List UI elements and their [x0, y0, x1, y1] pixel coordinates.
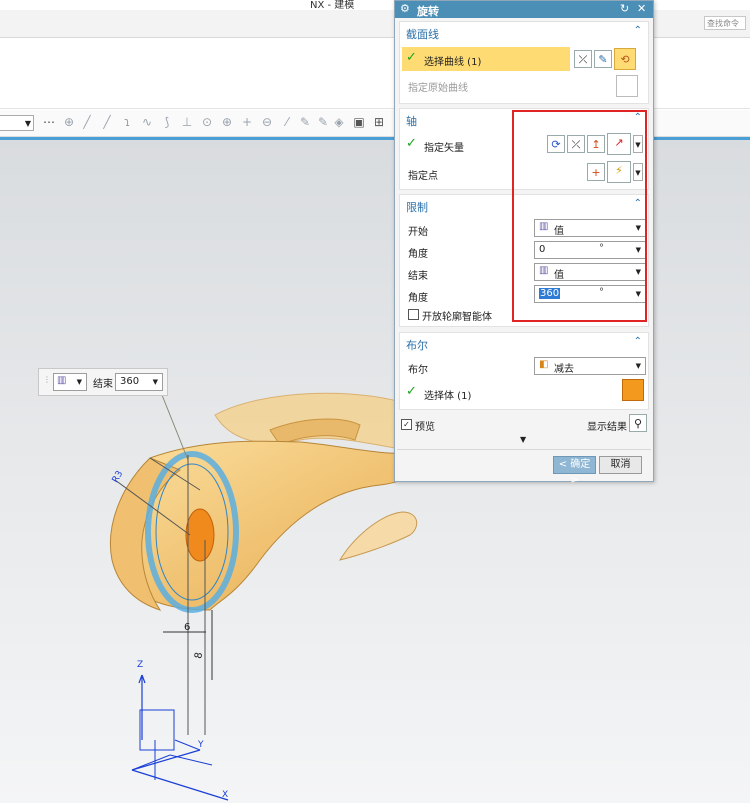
start-label: 开始 — [408, 227, 428, 238]
gear-icon[interactable]: ⚙ — [400, 2, 410, 15]
axis-x-label: X — [222, 790, 229, 800]
close-icon[interactable]: ✕ — [637, 2, 646, 15]
select-curve-row[interactable]: ✓ 选择曲线 (1) — [402, 47, 570, 71]
expand-icon[interactable]: ▼ — [520, 435, 526, 444]
subtract-icon: ◧ — [539, 359, 549, 370]
dimension-label[interactable]: 6 — [184, 622, 190, 633]
divider — [397, 449, 651, 450]
axis-y-label: Y — [198, 740, 204, 750]
section-disk — [185, 508, 215, 562]
preview-label: 预览 — [415, 422, 435, 433]
check-icon: ✓ — [406, 50, 417, 65]
reset-icon[interactable]: ↻ — [620, 2, 629, 15]
curve-icon[interactable]: ⟲ — [614, 48, 636, 70]
section-title: 布尔 — [406, 339, 428, 352]
check-icon: ✓ — [406, 136, 417, 151]
eye-icon[interactable]: ◈ — [332, 115, 346, 129]
magnifier-icon[interactable]: ⚲ — [629, 414, 647, 432]
chevron-down-icon: ▼ — [24, 119, 31, 128]
collapse-icon[interactable]: ⌃ — [634, 336, 642, 347]
value-mode-icon: ▥ — [57, 375, 67, 386]
drag-handle-icon[interactable]: ⋮ — [43, 375, 51, 384]
line-icon[interactable]: ╱ — [80, 115, 94, 129]
origin-curve-icon[interactable] — [616, 75, 638, 97]
chevron-down-icon: ▼ — [76, 378, 82, 386]
on-screen-input: ⋮ ▥ ▼ 结束 360 ▼ — [38, 368, 168, 396]
section-title: 轴 — [406, 115, 417, 128]
slash-icon[interactable]: ⁄ — [280, 115, 294, 129]
plus-icon[interactable]: + — [240, 115, 254, 129]
start-angle-label: 角度 — [408, 249, 428, 260]
axis-z-label: Z — [137, 660, 144, 670]
boolean-select[interactable]: ◧ 减去 ▼ — [534, 357, 646, 375]
select-body-icon[interactable] — [622, 379, 644, 401]
specify-origin-label: 指定原始曲线 — [408, 83, 468, 94]
open-profile-checkbox[interactable] — [408, 309, 419, 320]
tool-icon[interactable]: ✎ — [316, 115, 330, 129]
tangent-icon[interactable]: ⊖ — [260, 115, 274, 129]
section-title: 限制 — [406, 201, 428, 214]
sketch-icon[interactable]: ✎ — [594, 50, 612, 68]
section-title: 截面线 — [406, 28, 439, 41]
selection-filter-dropdown[interactable]: ▼ — [0, 115, 34, 131]
spline-icon[interactable]: ∿ — [140, 115, 154, 129]
end-label: 结束 — [408, 271, 428, 282]
dialog-title: 旋转 — [417, 5, 439, 18]
chevron-down-icon: ▼ — [635, 362, 641, 370]
line-icon[interactable]: ╱ — [100, 115, 114, 129]
check-icon: ✓ — [406, 384, 417, 399]
tool-icon[interactable]: ✎ — [298, 115, 312, 129]
boolean-value: 减去 — [554, 364, 574, 375]
command-search-input[interactable]: 查找命令 — [704, 16, 746, 30]
chevron-down-icon: ▼ — [152, 378, 158, 386]
cancel-button[interactable]: 取消 — [599, 456, 642, 474]
dialog-header: ⚙ 旋转 ↻ ✕ — [395, 1, 653, 18]
curve-icon[interactable]: ɿ — [120, 115, 134, 129]
vertical-icon[interactable]: ⊥ — [180, 115, 194, 129]
open-profile-label: 开放轮廓智能体 — [422, 312, 492, 323]
mode-dropdown[interactable]: ▥ ▼ — [53, 373, 87, 391]
highlight-box — [512, 110, 647, 322]
grid-icon[interactable]: ⊞ — [372, 115, 386, 129]
show-result-label: 显示结果 — [587, 422, 627, 433]
collapse-icon[interactable]: ⌃ — [634, 25, 642, 36]
specify-vector-label: 指定矢量 — [424, 143, 464, 154]
preview-checkbox[interactable]: ✓ — [401, 419, 412, 430]
section-boolean-group: 布尔 ⌃ 布尔 ◧ 减去 ▼ ✓ 选择体 (1) — [399, 332, 649, 410]
end-angle-input[interactable]: 360 ▼ — [115, 373, 163, 391]
ok-button[interactable]: < 确定 > — [553, 456, 596, 486]
specify-point-label: 指定点 — [408, 171, 438, 182]
bridge-icon[interactable]: ⟆ — [160, 115, 174, 129]
view-icon[interactable]: ▣ — [352, 115, 366, 129]
snap-point-icon[interactable]: ⊕ — [62, 115, 76, 129]
end-label: 结束 — [93, 379, 113, 390]
crosshair-icon[interactable]: ⊕ — [220, 115, 234, 129]
section-curve-group: 截面线 ⌃ ✓ 选择曲线 (1) ⤫ ✎ ⟲ 指定原始曲线 — [399, 21, 649, 104]
part-end-cap — [338, 511, 418, 561]
select-body-label: 选择体 (1) — [424, 391, 472, 402]
more-icon[interactable]: ⋯ — [42, 115, 56, 129]
deselect-icon[interactable]: ⤫ — [574, 50, 592, 68]
circle-center-icon[interactable]: ⊙ — [200, 115, 214, 129]
boolean-label: 布尔 — [408, 365, 428, 376]
select-curve-label: 选择曲线 (1) — [424, 57, 482, 68]
end-angle-label: 角度 — [408, 293, 428, 304]
